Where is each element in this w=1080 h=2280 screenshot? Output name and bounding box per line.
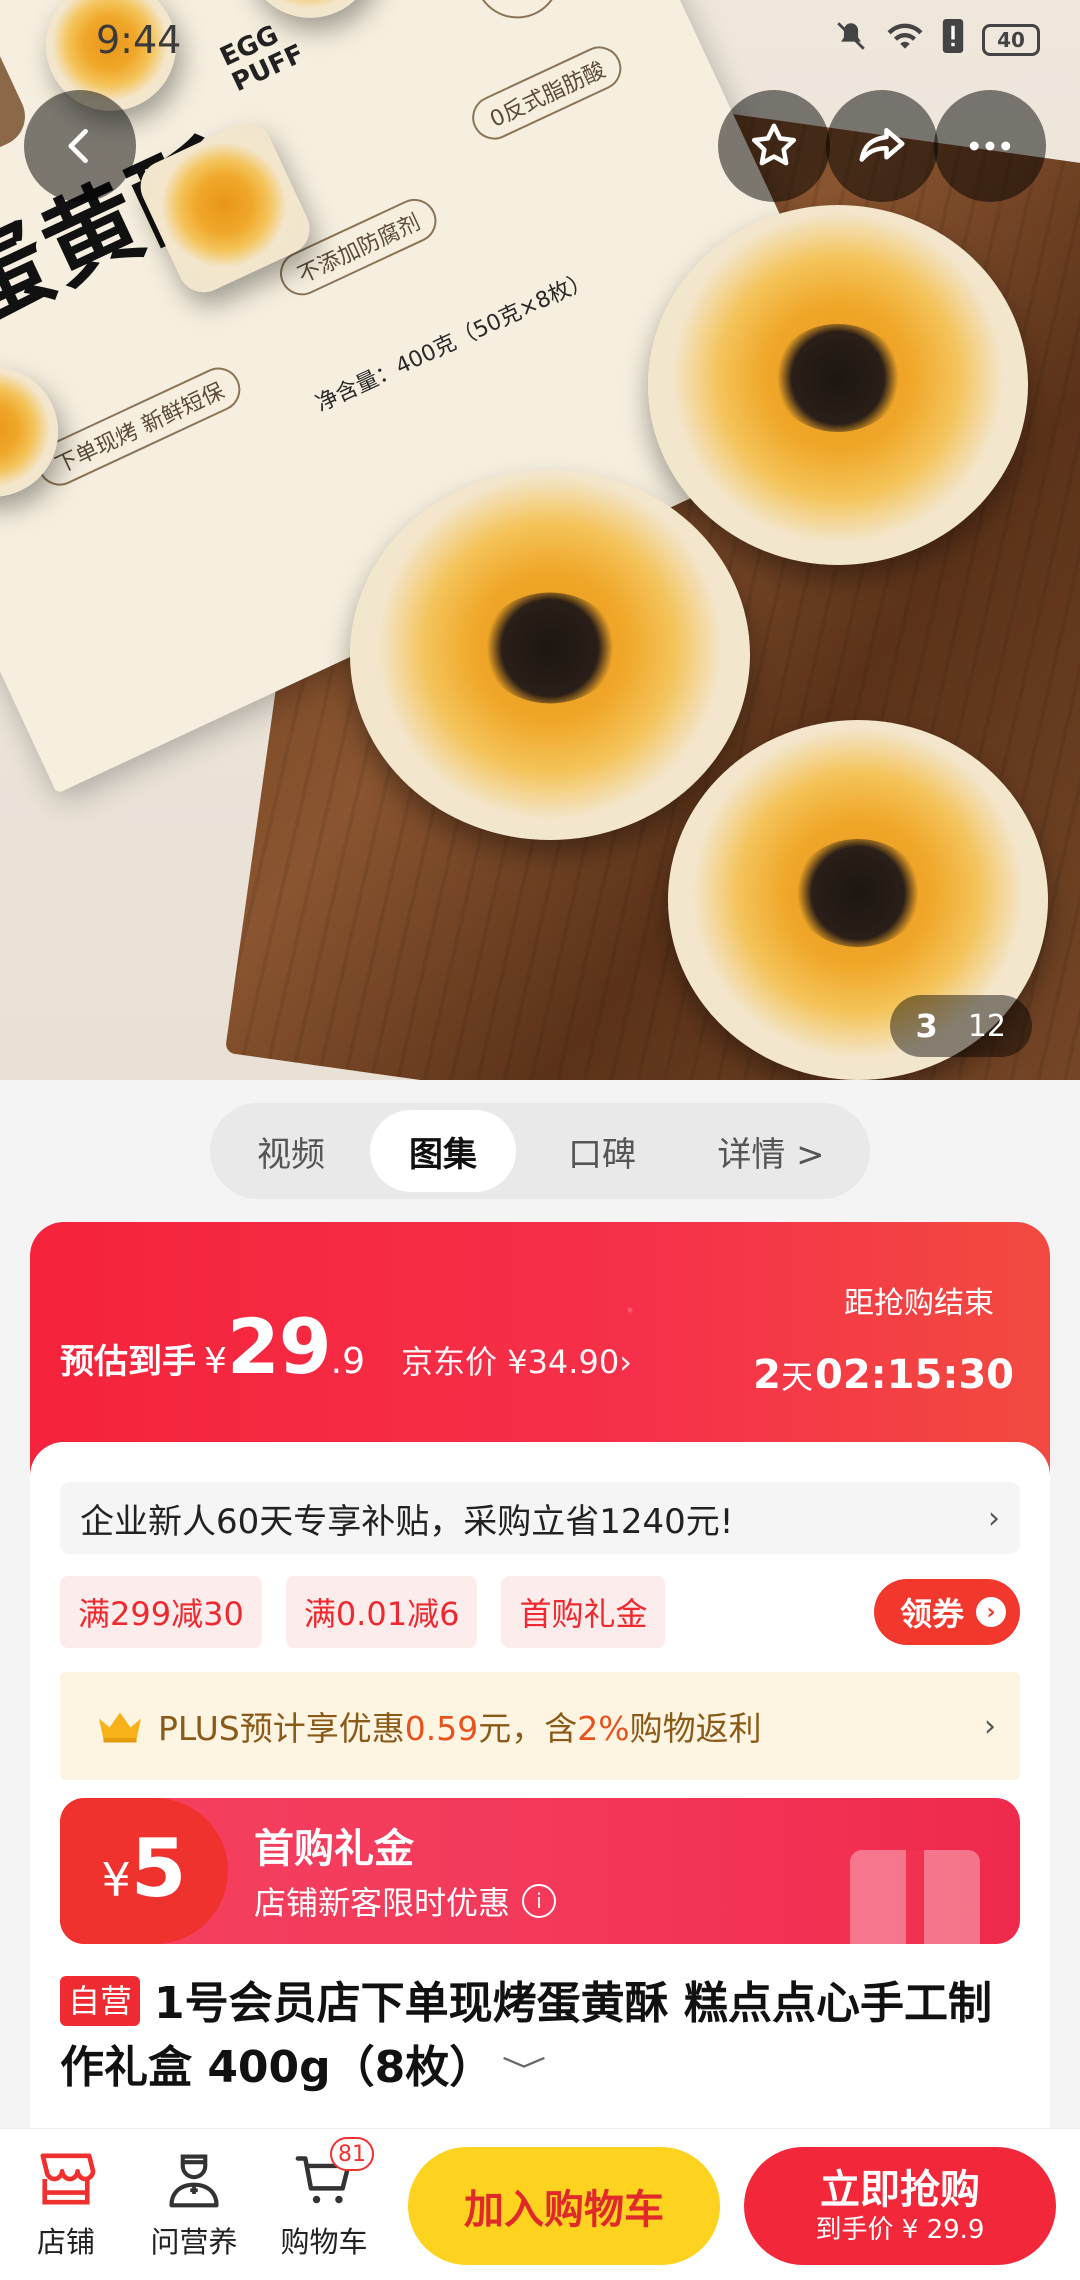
sesame-topping [773, 323, 903, 432]
wifi-icon [886, 19, 924, 61]
egg-yolk-pastry [648, 205, 1028, 565]
shop-button[interactable]: 店铺 [6, 2147, 126, 2261]
countdown-time: 02:15:30 [815, 1352, 1014, 1398]
chevron-right-icon: › [976, 1597, 1006, 1627]
egg-yolk-pastry [350, 470, 750, 840]
shop-label: 店铺 [36, 2225, 95, 2259]
gift-value: 5 [130, 1822, 187, 1915]
buy-now-button[interactable]: 立即抢购 到手价 ¥ 29.9 [744, 2147, 1056, 2265]
tab-video[interactable]: 视频 [218, 1110, 364, 1192]
box-tag: 下单现烤 新鲜短保 [30, 360, 248, 493]
add-to-cart-button[interactable]: 加入购物车 [408, 2147, 720, 2265]
status-bar: 9:44 40 [0, 0, 1080, 80]
plus-mid: 元，含 [478, 1709, 578, 1748]
coupon-row: 满299减30 满0.01减6 首购礼金 领券 › [60, 1576, 1020, 1648]
status-time: 9:44 [96, 18, 182, 62]
first-purchase-gift-card[interactable]: ¥ 5 首购礼金 店铺新客限时优惠 i [60, 1798, 1020, 1944]
gift-subtitle-row: 店铺新客限时优惠 i [254, 1878, 557, 1924]
price-currency: ¥ [204, 1341, 227, 1382]
chevron-right-icon: › [984, 1708, 996, 1744]
cart-label: 购物车 [280, 2225, 368, 2259]
media-tabs: 视频 图集 口碑 详情 > [210, 1103, 870, 1199]
battery-icon: 40 [982, 24, 1040, 56]
image-counter-total: 12 [967, 1008, 1006, 1044]
plus-discount: 0.59 [404, 1709, 479, 1748]
box-pastry-illustration [0, 345, 80, 519]
chevron-left-icon [68, 128, 88, 164]
get-coupon-button[interactable]: 领券 › [873, 1579, 1020, 1645]
bottom-action-bar: 店铺 问营养 81 购物车 加入购物车 立即抢购 到手价 ¥ 29.9 [0, 2128, 1080, 2280]
info-icon[interactable]: i [522, 1884, 557, 1918]
nutrition-label: 问营养 [150, 2225, 238, 2259]
jd-price-arrow: › [619, 1343, 632, 1381]
coupon-tag[interactable]: 首购礼金 [501, 1576, 666, 1648]
sesame-topping [793, 838, 923, 947]
gift-box-icon [850, 1850, 980, 1944]
more-icon [969, 141, 1011, 151]
countdown-label: 距抢购结束 [844, 1286, 994, 1321]
status-icons: 40 [834, 19, 1040, 61]
expand-chevron-icon[interactable]: ﹀ [502, 2041, 547, 2105]
product-detail-screen: One's Men 手作 蛋黄酥 EGG PUFF 仅15天 下单现烤 新鲜短保… [0, 0, 1080, 2280]
tab-details[interactable]: 详情 > [686, 1110, 856, 1192]
plus-prefix: PLUS预计享优惠 [158, 1709, 405, 1748]
estimated-price-label: 预估到手 [60, 1342, 196, 1382]
buy-now-label: 立即抢购 [820, 2167, 980, 2213]
image-counter-current: 3 [915, 1007, 938, 1045]
coupon-tag[interactable]: 满0.01减6 [285, 1576, 478, 1648]
alert-icon [942, 19, 964, 61]
gift-title: 首购礼金 [254, 1826, 414, 1872]
share-icon [859, 128, 905, 162]
countdown-days: 2 [753, 1352, 781, 1398]
jd-price-link[interactable]: 京东价 ¥34.90› [401, 1337, 632, 1383]
share-button[interactable] [826, 90, 938, 202]
enterprise-subsidy-banner[interactable]: 企业新人60天专享补贴，采购立省1240元! › [60, 1482, 1020, 1554]
cart-button[interactable]: 81 购物车 [264, 2137, 384, 2261]
crown-icon [99, 1712, 141, 1743]
chevron-right-icon: › [988, 1500, 1000, 1536]
dietitian-icon [162, 2147, 226, 2211]
shop-icon [34, 2147, 98, 2211]
star-icon [751, 123, 797, 166]
more-button[interactable] [934, 90, 1046, 202]
plus-rate: 2% [577, 1709, 630, 1748]
plus-member-banner[interactable]: PLUS预计享优惠0.59元，含2%购物返利 › [60, 1672, 1020, 1780]
gift-amount: ¥ 5 [60, 1798, 228, 1944]
mute-icon [834, 19, 868, 61]
cart-badge: 81 [330, 2137, 374, 2171]
gift-subtitle: 店铺新客限时优惠 [254, 1884, 511, 1922]
sesame-topping [482, 592, 618, 704]
favorite-button[interactable] [718, 90, 830, 202]
coupon-tag[interactable]: 满299减30 [60, 1576, 262, 1648]
buy-now-price: 到手价 ¥ 29.9 [815, 2215, 985, 2245]
image-counter: 3 12 [889, 995, 1032, 1057]
nutrition-consult-button[interactable]: 问营养 [134, 2147, 254, 2261]
enterprise-subsidy-text: 企业新人60天专享补贴，采购立省1240元! [80, 1501, 734, 1542]
promotion-panel: 企业新人60天专享补贴，采购立省1240元! › 满299减30 满0.01减6… [30, 1442, 1050, 2142]
countdown: 距抢购结束 2天02:15:30 [753, 1278, 1014, 1398]
jd-price: 京东价 ¥34.90 [401, 1343, 620, 1381]
box-net-weight: 净含量：400克（50克×8枚） [312, 267, 596, 418]
countdown-days-unit: 天 [781, 1358, 814, 1396]
back-button[interactable] [24, 90, 136, 202]
plus-suffix: 购物返利 [629, 1709, 762, 1748]
plus-text: PLUS预计享优惠0.59元，含2%购物返利 [158, 1702, 762, 1750]
self-operated-badge: 自营 [60, 1976, 141, 2026]
gift-currency: ¥ [101, 1853, 131, 1907]
price-decimal: .9 [330, 1341, 366, 1382]
tab-reviews[interactable]: 口碑 [522, 1110, 682, 1192]
estimated-price: 预估到手 ¥ 29 .9 京东价 ¥34.90› [60, 1302, 632, 1391]
cart-icon: 81 [292, 2137, 374, 2211]
tab-gallery[interactable]: 图集 [370, 1110, 516, 1192]
countdown-timer: 2天02:15:30 [753, 1352, 1014, 1398]
product-title: 自营 1号会员店下单现烤蛋黄酥 糕点点心手工制作礼盒 400g（8枚） ﹀ [60, 1972, 1030, 2105]
price-integer: 29 [226, 1302, 332, 1391]
get-coupon-label: 领券 [899, 1595, 964, 1633]
